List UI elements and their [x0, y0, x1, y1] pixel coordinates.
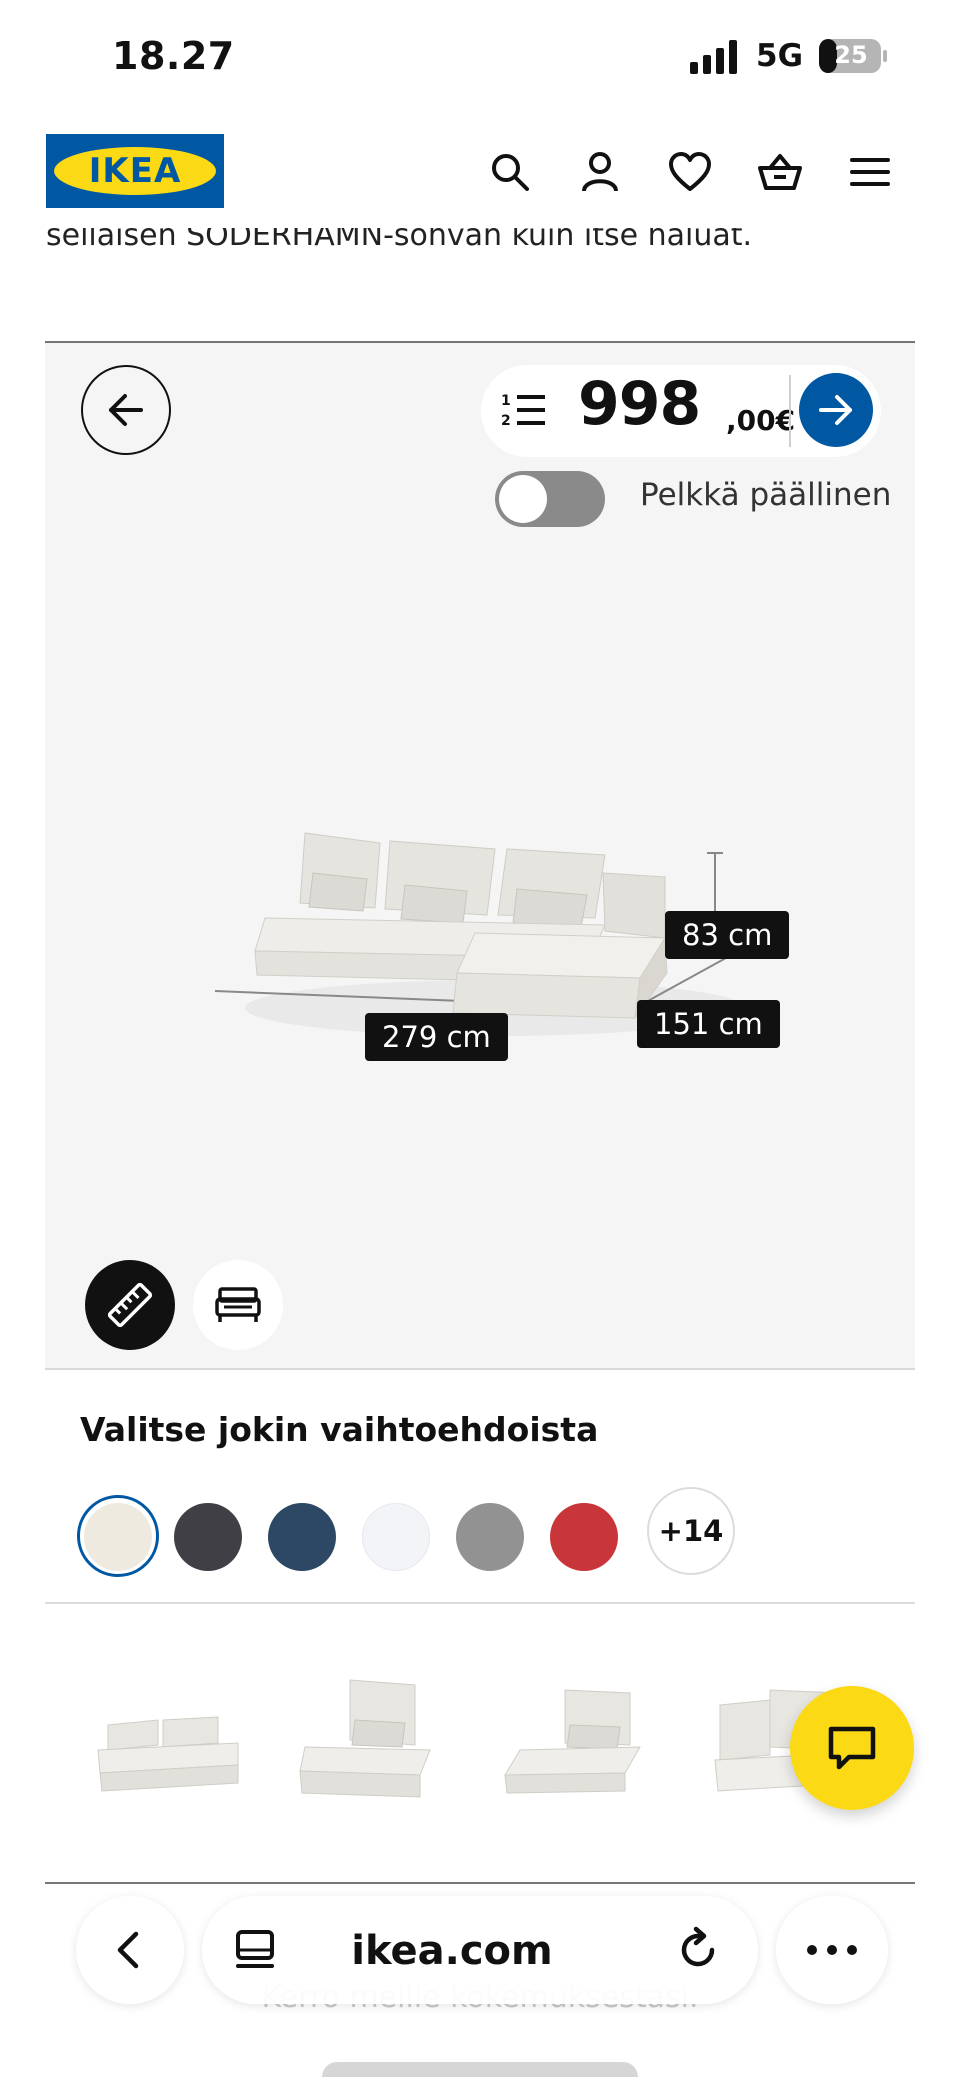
module-thumbnail-1-seat[interactable]	[290, 1665, 460, 1805]
color-swatch-6[interactable]	[550, 1503, 618, 1571]
logo-text: IKEA	[88, 151, 182, 191]
color-swatch-3[interactable]	[268, 1503, 336, 1571]
url-text: ikea.com	[351, 1928, 553, 1974]
more-button[interactable]	[776, 1896, 888, 2004]
color-swatch-1[interactable]	[84, 1503, 152, 1571]
svg-text:2: 2	[501, 413, 511, 429]
color-swatch-5[interactable]	[456, 1503, 524, 1571]
height-dimension-label: 83 cm	[665, 911, 790, 959]
home-indicator	[322, 2062, 638, 2077]
more-colors-button[interactable]: +14	[647, 1487, 735, 1575]
color-swatch-2[interactable]	[174, 1503, 242, 1571]
price-integer: 998	[578, 369, 701, 439]
toggle-knob	[499, 475, 547, 523]
price-decimal: ,00€	[726, 404, 796, 437]
heart-icon[interactable]	[664, 146, 716, 198]
network-label: 5G	[756, 38, 804, 74]
menu-icon[interactable]	[844, 146, 896, 198]
user-icon[interactable]	[574, 146, 626, 198]
module-thumbnail-2-seat[interactable]	[88, 1665, 258, 1805]
search-icon[interactable]	[484, 146, 536, 198]
back-button[interactable]	[81, 365, 171, 455]
basket-icon[interactable]	[754, 146, 806, 198]
status-time: 18.27	[112, 34, 235, 78]
continue-button[interactable]	[799, 373, 873, 447]
browser-toolbar: ikea.com	[0, 1880, 960, 2020]
cover-only-label: Pelkkä päällinen	[640, 477, 892, 513]
measure-button[interactable]	[85, 1260, 175, 1350]
chat-button[interactable]	[790, 1686, 914, 1810]
intro-text-line: sellaisen SÖDERHAMN-sohvan kuin itse hal…	[46, 228, 753, 253]
chevron-left-icon	[117, 1931, 139, 1969]
cover-only-toggle[interactable]	[495, 471, 605, 527]
ruler-icon	[107, 1282, 153, 1328]
variants-title: Valitse jokin vaihtoehdoista	[80, 1410, 599, 1449]
reload-icon[interactable]	[672, 1924, 724, 1976]
chat-icon	[828, 1726, 876, 1770]
more-dots-icon	[807, 1945, 857, 1955]
width-dimension-label: 279 cm	[365, 1013, 508, 1061]
room-icon	[215, 1287, 261, 1322]
numbered-list-icon: 1 2	[501, 393, 545, 429]
module-thumbnail-chaise[interactable]	[495, 1665, 665, 1805]
address-bar[interactable]: ikea.com	[202, 1896, 758, 2004]
battery-level: 25	[834, 41, 868, 69]
site-header: IKEA	[0, 116, 960, 232]
color-swatch-4[interactable]	[362, 1503, 430, 1571]
section-divider	[45, 1602, 915, 1604]
page-menu-icon	[236, 1930, 274, 1968]
status-bar: 18.27 5G 25	[0, 0, 960, 116]
svg-text:1: 1	[501, 393, 511, 409]
depth-dimension-label: 151 cm	[637, 1000, 780, 1048]
browser-back-button[interactable]	[76, 1896, 184, 2004]
page: 18.27 5G 25 IKEA sellaisen SÖDERHAMN-soh…	[0, 0, 960, 2077]
price-pill[interactable]: 1 2 998 ,00€	[481, 365, 881, 457]
intro-text: sellaisen SÖDERHAMN-sohvan kuin itse hal…	[46, 228, 906, 260]
price-divider	[789, 375, 791, 447]
arrow-left-icon	[109, 394, 143, 426]
ikea-logo[interactable]: IKEA	[46, 134, 224, 208]
signal-icon	[690, 40, 737, 74]
product-viewer[interactable]: 1 2 998 ,00€ Pelkkä päällinen 83 cm 279 …	[45, 341, 915, 1370]
room-view-button[interactable]	[193, 1260, 283, 1350]
arrow-right-icon	[819, 395, 852, 425]
